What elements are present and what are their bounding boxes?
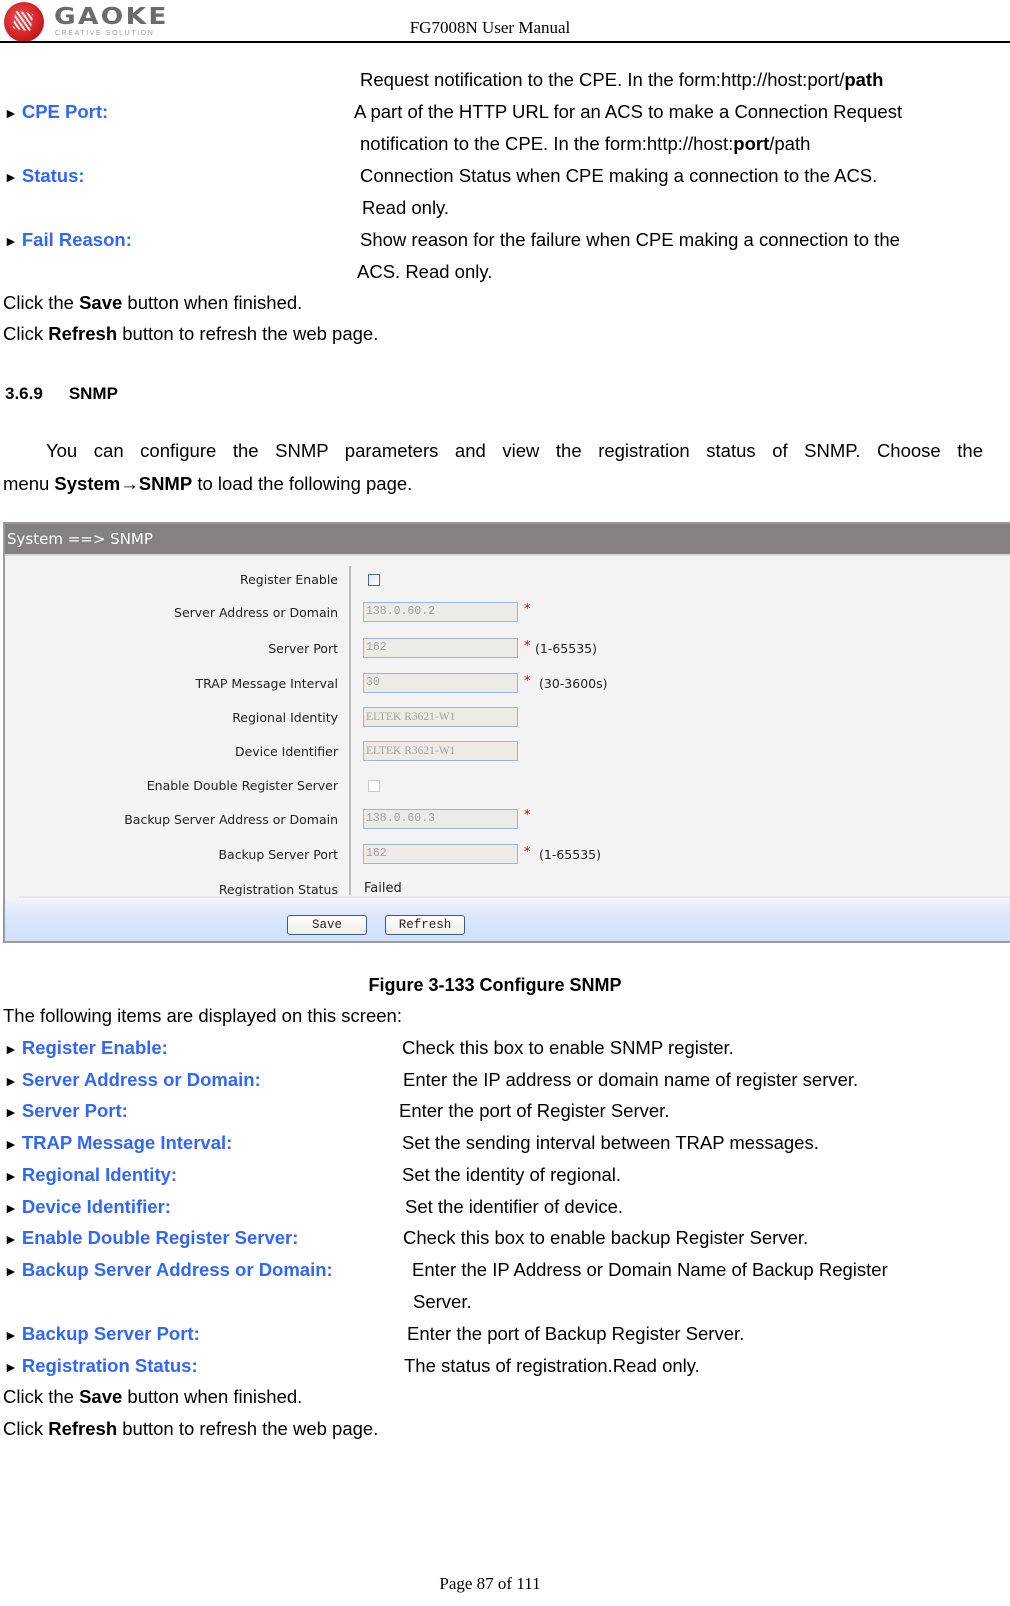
item-cpe-port-desc-2: notification to the CPE. In the form:htt… [360, 133, 811, 154]
required-marker: * [524, 808, 531, 823]
item-server-address: ► Server Address or Domain: [4, 1069, 261, 1090]
bullet-arrow-icon: ► [4, 1263, 18, 1279]
closing-refresh-instruction: Click Refresh button to refresh the web … [3, 1418, 379, 1439]
closing-save-instruction: Click the Save button when finished. [3, 1386, 303, 1407]
item-status: ► Status: [4, 165, 85, 186]
item-double-register: ► Enable Double Register Server: [4, 1227, 299, 1248]
regional-identity-label: Regional Identity [232, 710, 338, 725]
bullet-arrow-icon: ► [4, 233, 18, 249]
server-address-input[interactable]: 138.0.60.2 [363, 602, 518, 622]
bullet-arrow-icon: ► [4, 1104, 18, 1120]
section-intro-line-2: menu System→SNMP to load the following p… [3, 473, 413, 494]
server-port-range-hint: (1-65535) [535, 641, 597, 656]
item-fail-reason-desc: Show reason for the failure when CPE mak… [360, 229, 900, 250]
save-instruction: Click the Save button when finished. [3, 292, 303, 313]
registration-status-value: Failed [364, 881, 402, 896]
section-intro-line-1: You can configure the SNMP parameters an… [46, 440, 983, 461]
bullet-arrow-icon: ► [4, 169, 18, 185]
snmp-settings-panel: System ==> SNMP Register Enable Server A… [3, 522, 1010, 943]
item-desc: Check this box to enable SNMP register. [402, 1037, 734, 1058]
bullet-arrow-icon: ► [4, 1359, 18, 1375]
item-register-enable: ► Register Enable: [4, 1037, 168, 1058]
bullet-arrow-icon: ► [4, 105, 18, 121]
backup-port-input[interactable]: 162 [363, 844, 518, 864]
item-desc-2: Server. [413, 1291, 472, 1312]
regional-identity-input[interactable]: ELTEK R3621-W1 [363, 707, 518, 727]
item-registration-status: ► Registration Status: [4, 1355, 198, 1376]
refresh-instruction: Click Refresh button to refresh the web … [3, 323, 379, 344]
item-desc: Check this box to enable backup Register… [403, 1227, 809, 1248]
backup-port-range-hint: (1-65535) [539, 847, 601, 862]
item-cpe-port-desc: A part of the HTTP URL for an ACS to mak… [354, 101, 903, 122]
item-desc: The status of registration.Read only. [404, 1355, 700, 1376]
item-status-desc: Connection Status when CPE making a conn… [360, 165, 878, 186]
backup-address-label: Backup Server Address or Domain [124, 812, 338, 827]
item-regional-identity: ► Regional Identity: [4, 1164, 178, 1185]
trap-interval-input[interactable]: 30 [363, 673, 518, 693]
double-register-checkbox[interactable] [368, 780, 380, 792]
bullet-arrow-icon: ► [4, 1073, 18, 1089]
item-desc: Set the identifier of device. [405, 1196, 624, 1217]
section-heading: 3.6.9 SNMP [5, 384, 118, 403]
item-desc: Enter the port of Register Server. [399, 1100, 670, 1121]
figure-caption: Figure 3-133 Configure SNMP [368, 975, 622, 995]
trap-interval-range-hint: (30-3600s) [539, 676, 608, 691]
item-fail-reason-desc-2: ACS. Read only. [357, 261, 493, 282]
required-marker: * [524, 674, 531, 689]
device-identifier-input[interactable]: ELTEK R3621-W1 [363, 741, 518, 761]
trap-interval-label: TRAP Message Interval [195, 676, 338, 691]
continued-line: Request notification to the CPE. In the … [360, 69, 884, 90]
register-enable-label: Register Enable [239, 572, 338, 587]
server-port-input[interactable]: 162 [363, 638, 518, 658]
bullet-arrow-icon: ► [4, 1136, 18, 1152]
item-backup-port: ► Backup Server Port: [4, 1323, 200, 1344]
item-trap-interval: ► TRAP Message Interval: [4, 1132, 233, 1153]
double-register-label: Enable Double Register Server [146, 778, 338, 793]
bullet-arrow-icon: ► [4, 1041, 18, 1057]
item-desc: Set the sending interval between TRAP me… [402, 1132, 819, 1153]
device-identifier-label: Device Identifier [234, 744, 338, 759]
required-marker: * [524, 639, 531, 654]
server-address-label: Server Address or Domain [174, 605, 338, 620]
save-button[interactable]: Save [287, 915, 367, 935]
item-desc: Enter the port of Backup Register Server… [407, 1323, 745, 1344]
item-device-identifier: ► Device Identifier: [4, 1196, 171, 1217]
header-rule [0, 41, 1010, 43]
item-status-desc-2: Read only. [362, 197, 450, 218]
item-cpe-port: ► CPE Port: [4, 101, 109, 122]
required-marker: * [524, 845, 531, 860]
bullet-arrow-icon: ► [4, 1231, 18, 1247]
item-desc: Enter the IP Address or Domain Name of B… [412, 1259, 888, 1280]
registration-status-label: Registration Status [218, 882, 338, 897]
column-divider [349, 566, 351, 895]
page-number: Page 87 of 111 [439, 1574, 541, 1593]
item-desc: Set the identity of regional. [402, 1164, 622, 1185]
button-bar: Save Refresh [5, 898, 1010, 941]
bullet-arrow-icon: ► [4, 1168, 18, 1184]
register-enable-checkbox[interactable] [368, 574, 380, 586]
item-desc: Enter the IP address or domain name of r… [403, 1069, 859, 1090]
document-title: FG7008N User Manual [409, 18, 571, 37]
items-intro: The following items are displayed on thi… [3, 1005, 402, 1026]
panel-title: System ==> SNMP [5, 524, 1010, 556]
backup-address-input[interactable]: 138.0.60.3 [363, 809, 518, 829]
bullet-arrow-icon: ► [4, 1327, 18, 1343]
backup-port-label: Backup Server Port [218, 847, 338, 862]
server-port-label: Server Port [268, 641, 338, 656]
item-fail-reason: ► Fail Reason: [4, 229, 132, 250]
item-server-port: ► Server Port: [4, 1100, 128, 1121]
bullet-arrow-icon: ► [4, 1200, 18, 1216]
required-marker: * [524, 602, 531, 617]
item-backup-address: ► Backup Server Address or Domain: [4, 1259, 333, 1280]
refresh-button[interactable]: Refresh [385, 915, 465, 935]
